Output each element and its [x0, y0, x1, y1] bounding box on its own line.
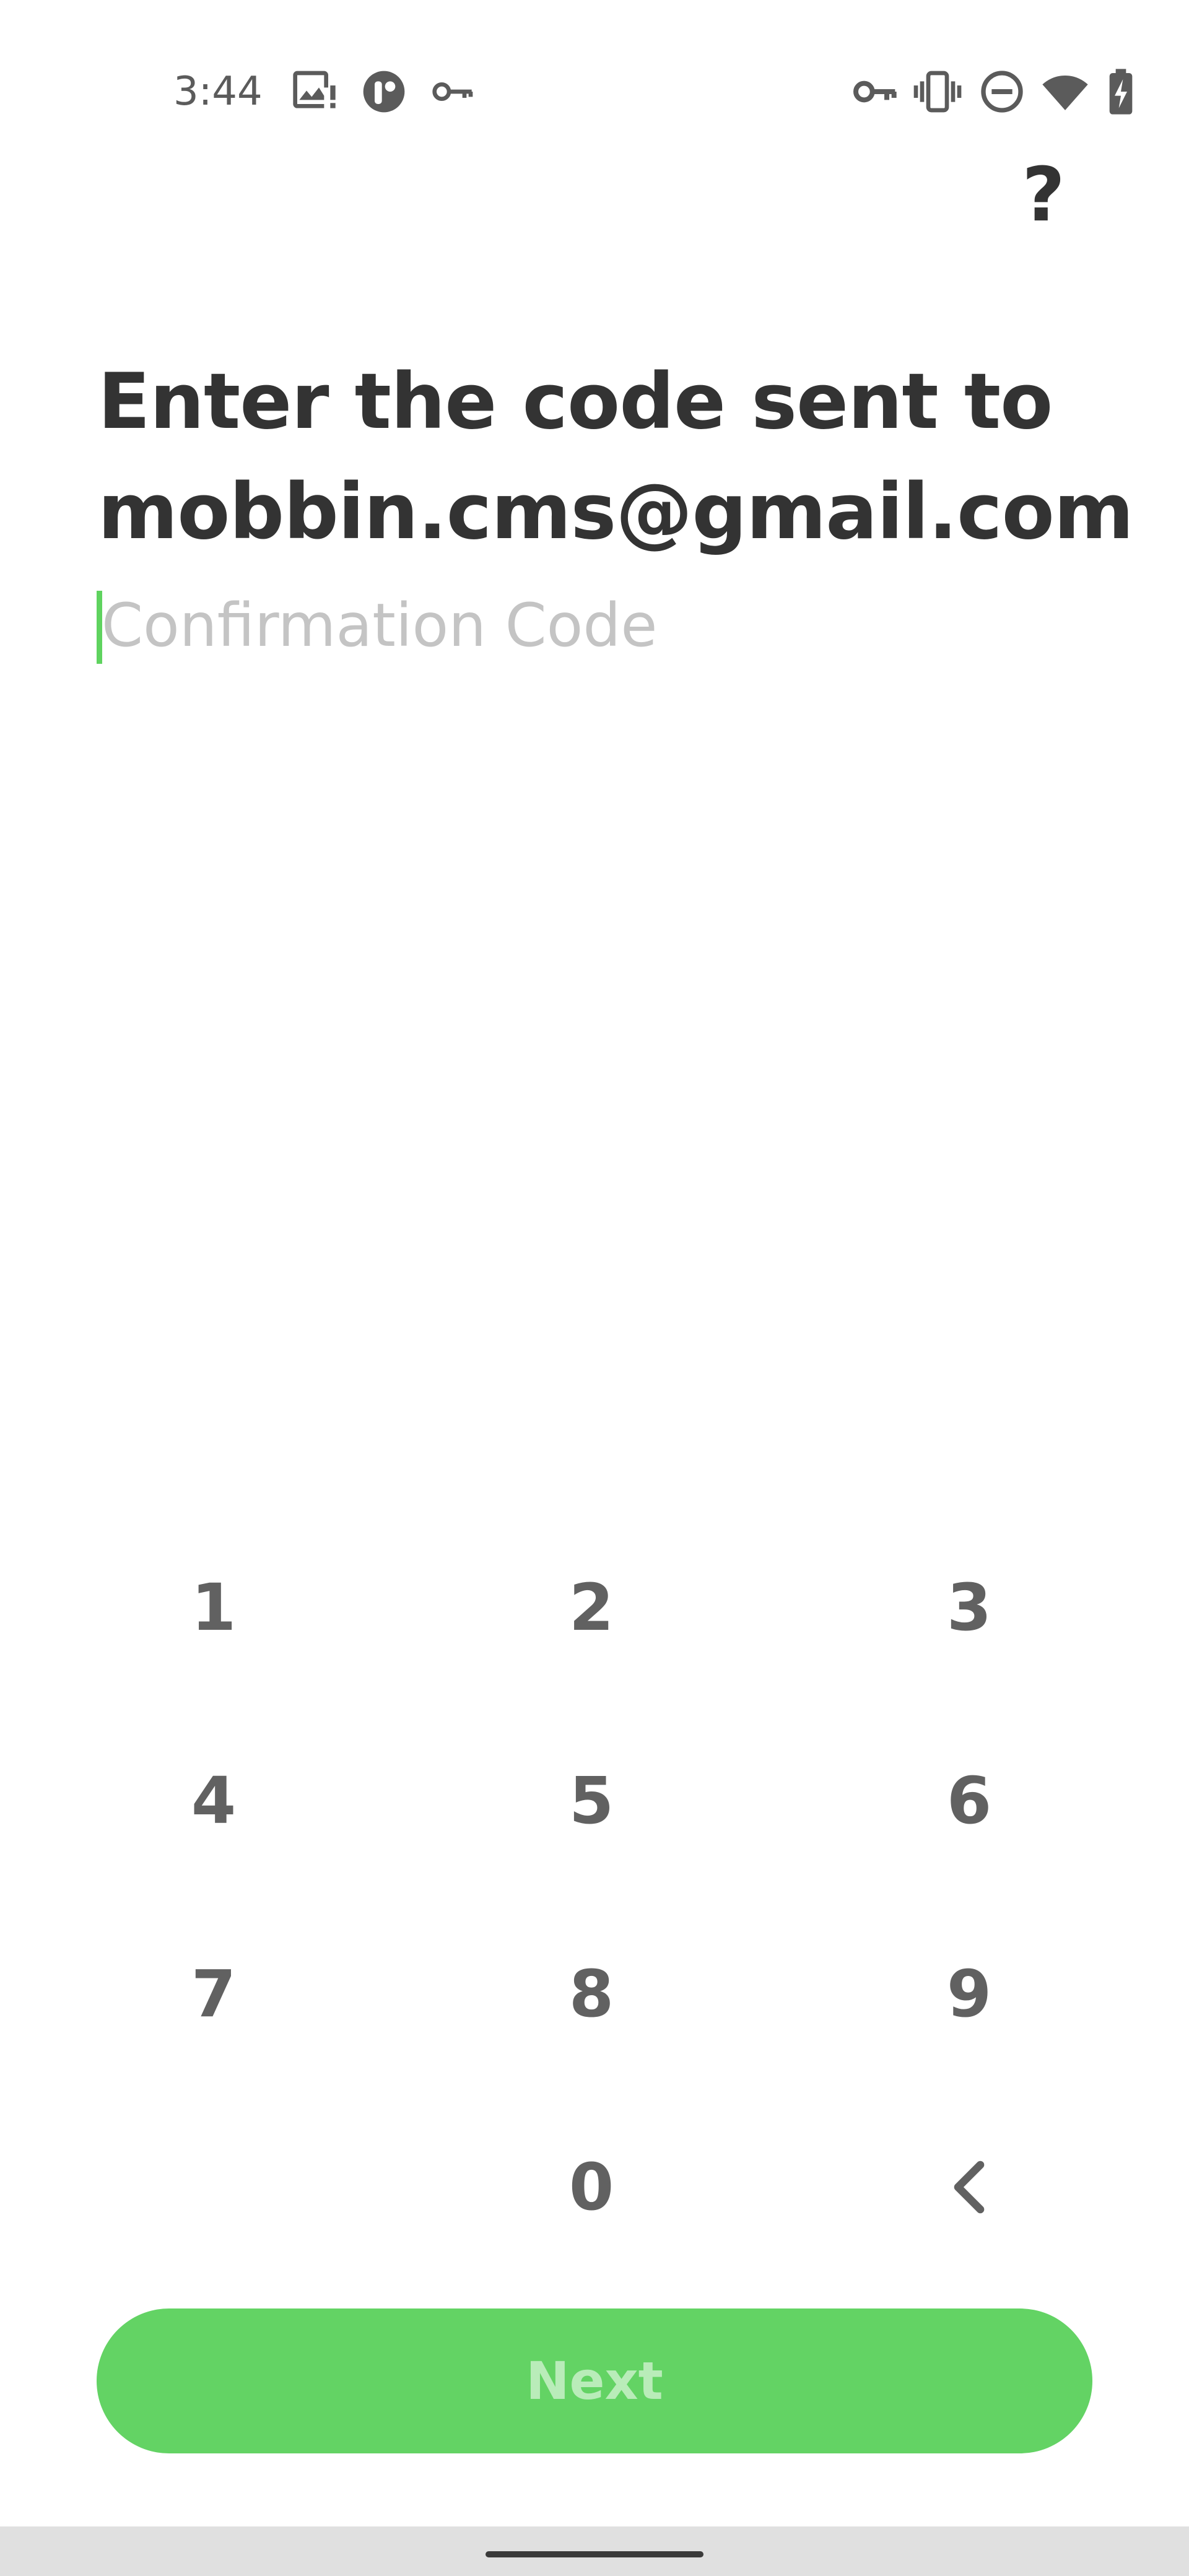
do-not-disturb-icon: [977, 67, 1027, 116]
next-button[interactable]: Next: [97, 2308, 1092, 2453]
status-time: 3:44: [173, 69, 263, 115]
confirmation-code-field[interactable]: [97, 582, 1087, 669]
vibrate-icon: [913, 67, 962, 116]
backspace-key[interactable]: [780, 2091, 1158, 2284]
key-6[interactable]: 6: [780, 1704, 1158, 1897]
app-badge-icon: [359, 67, 409, 116]
home-handle[interactable]: [486, 2551, 703, 2557]
title-line-1: Enter the code sent to: [98, 357, 1053, 446]
page-title: Enter the code sent to mobbin.cms@gmail.…: [98, 347, 1134, 567]
title-email: mobbin.cms@gmail.com: [98, 468, 1134, 557]
vpn-key-icon: [850, 67, 899, 116]
help-button[interactable]: ?: [1009, 152, 1078, 238]
key-3[interactable]: 3: [780, 1511, 1158, 1704]
key-4[interactable]: 4: [25, 1704, 403, 1897]
key-8[interactable]: 8: [403, 1897, 780, 2091]
battery-charging-icon: [1096, 67, 1146, 116]
backspace-icon: [954, 2160, 985, 2214]
key-0[interactable]: 0: [403, 2091, 780, 2284]
key-icon: [427, 67, 477, 116]
key-empty: [25, 2091, 403, 2284]
navigation-bar: [0, 2526, 1189, 2576]
screen: 3:44 ? Enter the code sent to mobbin.cms…: [0, 0, 1189, 2576]
key-1[interactable]: 1: [25, 1511, 403, 1704]
image-alert-icon: [291, 67, 341, 116]
key-5[interactable]: 5: [403, 1704, 780, 1897]
key-7[interactable]: 7: [25, 1897, 403, 2091]
confirmation-code-input[interactable]: [102, 582, 1086, 669]
numeric-keypad: 1 2 3 4 5 6 7 8 9 0: [25, 1511, 1164, 2284]
key-2[interactable]: 2: [403, 1511, 780, 1704]
wifi-icon: [1040, 67, 1090, 116]
key-9[interactable]: 9: [780, 1897, 1158, 2091]
